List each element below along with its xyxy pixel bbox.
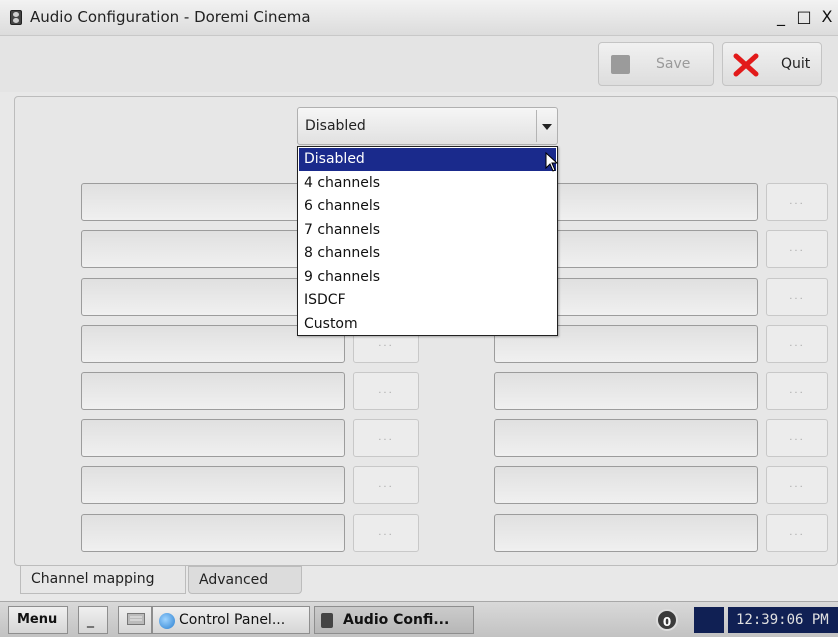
- channel-browse-right-1[interactable]: ...: [766, 183, 828, 221]
- channel-field-left-7[interactable]: [81, 466, 345, 504]
- channel-field-right-7[interactable]: [494, 466, 758, 504]
- channel-config-dropdown: Disabled 4 channels 6 channels 7 channel…: [297, 146, 558, 336]
- channel-field-right-6[interactable]: [494, 419, 758, 457]
- keyboard-icon: [127, 613, 145, 625]
- channel-browse-right-5[interactable]: ...: [766, 372, 828, 410]
- option-disabled[interactable]: Disabled: [299, 148, 556, 171]
- save-icon: [611, 55, 630, 74]
- save-button[interactable]: Save: [598, 42, 714, 86]
- select-divider: [536, 110, 537, 142]
- show-desktop-button[interactable]: _: [78, 606, 108, 634]
- option-4-channels[interactable]: 4 channels: [299, 172, 556, 195]
- taskbar-control-panel[interactable]: Control Panel...: [152, 606, 310, 634]
- quit-button[interactable]: Quit: [722, 42, 822, 86]
- taskbar-audio-config-label: Audio Confi...: [343, 612, 450, 628]
- channel-field-left-8[interactable]: [81, 514, 345, 552]
- option-custom[interactable]: Custom: [299, 313, 556, 336]
- channel-field-left-6[interactable]: [81, 419, 345, 457]
- tab-advanced[interactable]: Advanced: [188, 566, 302, 594]
- channel-field-right-5[interactable]: [494, 372, 758, 410]
- tray-status-icon[interactable]: 0: [656, 609, 678, 631]
- speaker-icon: [10, 10, 22, 25]
- channel-browse-right-2[interactable]: ...: [766, 230, 828, 268]
- channel-browse-left-5[interactable]: ...: [353, 372, 419, 410]
- window-title: Audio Configuration - Doremi Cinema: [30, 8, 311, 26]
- option-8-channels[interactable]: 8 channels: [299, 242, 556, 265]
- channel-config-select[interactable]: Disabled: [297, 107, 558, 145]
- channel-browse-right-8[interactable]: ...: [766, 514, 828, 552]
- control-panel-icon: [159, 613, 175, 629]
- menu-button[interactable]: Menu: [8, 606, 68, 634]
- taskbar-control-panel-label: Control Panel...: [179, 612, 286, 628]
- channel-browse-left-7[interactable]: ...: [353, 466, 419, 504]
- taskbar: Menu _ Control Panel... Audio Confi... 0…: [0, 601, 838, 637]
- cpu-monitor-icon: [694, 607, 724, 633]
- channel-field-right-8[interactable]: [494, 514, 758, 552]
- option-9-channels[interactable]: 9 channels: [299, 266, 556, 289]
- channel-field-left-5[interactable]: [81, 372, 345, 410]
- toolbar: Save Quit: [0, 36, 838, 92]
- option-isdcf[interactable]: ISDCF: [299, 289, 556, 312]
- quit-icon: [733, 53, 759, 77]
- maximize-button[interactable]: □: [795, 8, 813, 26]
- option-7-channels[interactable]: 7 channels: [299, 219, 556, 242]
- channel-browse-right-6[interactable]: ...: [766, 419, 828, 457]
- save-label: Save: [656, 56, 691, 72]
- channel-browse-left-8[interactable]: ...: [353, 514, 419, 552]
- quit-label: Quit: [781, 56, 811, 72]
- taskbar-audio-config[interactable]: Audio Confi...: [314, 606, 474, 634]
- close-button[interactable]: X: [818, 8, 836, 26]
- chevron-down-icon[interactable]: [542, 124, 552, 130]
- tab-channel-mapping[interactable]: Channel mapping: [20, 566, 186, 594]
- clock: 12:39:06 PM: [728, 607, 838, 633]
- minimize-button[interactable]: _: [772, 8, 790, 26]
- option-6-channels[interactable]: 6 channels: [299, 195, 556, 218]
- select-value: Disabled: [305, 118, 366, 134]
- keyboard-button[interactable]: [118, 606, 152, 634]
- channel-browse-right-4[interactable]: ...: [766, 325, 828, 363]
- channel-browse-right-7[interactable]: ...: [766, 466, 828, 504]
- title-bar: Audio Configuration - Doremi Cinema _ □ …: [0, 0, 838, 36]
- channel-browse-left-6[interactable]: ...: [353, 419, 419, 457]
- channel-browse-right-3[interactable]: ...: [766, 278, 828, 316]
- speaker-icon: [321, 613, 333, 628]
- mouse-cursor-icon: [545, 152, 559, 172]
